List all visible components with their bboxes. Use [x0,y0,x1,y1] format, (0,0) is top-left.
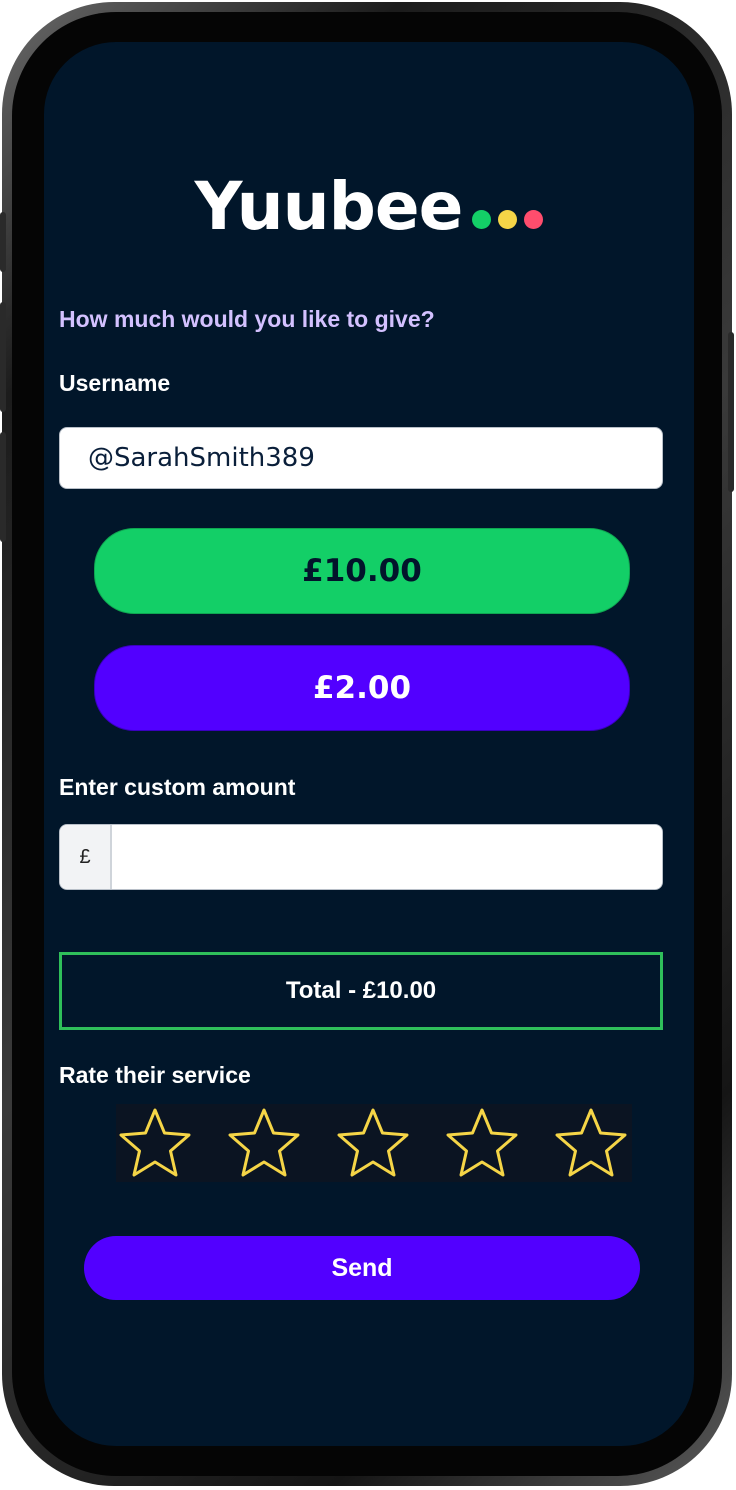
total-display: Total - £10.00 [59,952,663,1030]
username-label: Username [59,370,171,396]
username-value: @SarahSmith389 [88,443,315,473]
phone-power-button [728,332,734,492]
amount-button-10[interactable]: £10.00 [94,528,630,614]
star-icon[interactable] [441,1104,523,1182]
custom-amount-label: Enter custom amount [59,774,296,800]
custom-amount-field[interactable] [112,825,662,889]
currency-prefix: £ [60,825,112,889]
custom-amount-input-group: £ [59,824,663,890]
send-button[interactable]: Send [84,1236,640,1300]
app-logo: Yuubee [44,168,694,245]
rating-label: Rate their service [59,1062,251,1088]
phone-volume-up-button [0,302,6,412]
star-icon[interactable] [114,1104,196,1182]
star-icon[interactable] [332,1104,414,1182]
username-input[interactable]: @SarahSmith389 [59,427,663,489]
logo-dot-green [472,210,492,229]
phone-volume-down-button [0,432,6,542]
phone-side-button [0,212,6,272]
star-icon[interactable] [550,1104,632,1182]
logo-dot-yellow [498,210,518,229]
logo-dots [472,210,544,229]
page-heading: How much would you like to give? [59,306,435,332]
star-rating [116,1104,632,1182]
star-icon[interactable] [223,1104,305,1182]
app-screen: Yuubee How much would you like to give? … [44,42,694,1446]
amount-button-2[interactable]: £2.00 [94,645,630,731]
logo-wordmark: Yuubee [194,168,464,245]
logo-dot-pink [524,210,544,229]
